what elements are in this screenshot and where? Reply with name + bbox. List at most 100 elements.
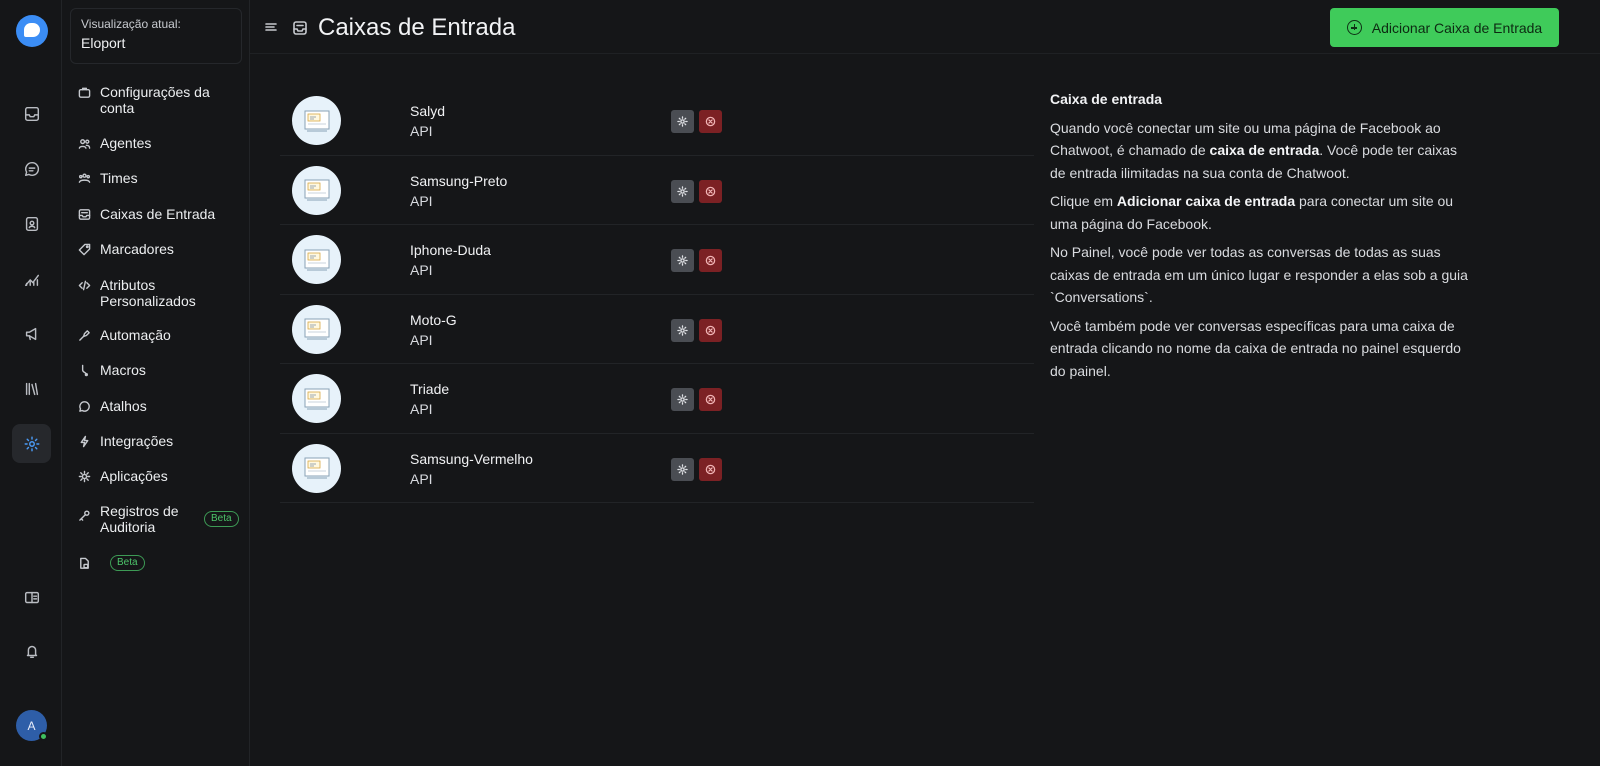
sidebar-item-label: Caixas de Entrada (100, 206, 216, 222)
account-label: Visualização atual: (81, 17, 181, 31)
inbox-settings-button[interactable] (671, 179, 694, 203)
chat-shortcut-icon (78, 400, 92, 414)
apps-icon (78, 470, 92, 484)
inbox-nav-icon[interactable] (12, 94, 51, 133)
sidebar-item-label: Macros (100, 362, 146, 378)
inbox-name[interactable]: Iphone-Duda (410, 242, 491, 258)
inbox-name[interactable]: Salyd (410, 103, 445, 119)
help-paragraph: No Painel, você pode ver todas as conver… (1050, 244, 1468, 305)
inbox-delete-button[interactable] (699, 388, 722, 411)
chatwoot-logo-icon[interactable] (16, 15, 48, 47)
sidebar-item-label: Configurações da conta (100, 84, 210, 116)
inbox-type: API (410, 123, 433, 139)
sidebar-item-integrations[interactable]: Integrações (78, 433, 244, 449)
inbox-name[interactable]: Triade (410, 381, 449, 397)
macro-icon (78, 364, 92, 378)
sidebar-item-agents[interactable]: Agentes (78, 135, 244, 151)
help-paragraph: Clique em Adicionar caixa de entrada par… (1050, 193, 1454, 232)
api-channel-icon (292, 374, 341, 423)
help-panel: Caixa de entrada Quando você conectar um… (1050, 88, 1470, 388)
settings-sidebar: Visualização atual: Eloport Configuraçõe… (62, 0, 250, 766)
page-title: Caixas de Entrada (318, 14, 516, 41)
automation-icon (78, 329, 92, 343)
inbox-type: API (410, 331, 433, 348)
beta-badge: Beta (204, 511, 239, 527)
inbox-settings-button[interactable] (671, 388, 694, 411)
conversations-nav-icon[interactable] (12, 149, 51, 188)
api-channel-icon (292, 235, 341, 284)
people-icon (78, 137, 92, 151)
inbox-settings-button[interactable] (671, 110, 694, 133)
campaigns-nav-icon[interactable] (12, 314, 51, 353)
sidebar-item-label: Marcadores (100, 241, 174, 257)
library-nav-icon[interactable] (12, 369, 51, 408)
inbox-row: Salyd API (280, 86, 1034, 156)
settings-nav-icon[interactable] (12, 424, 51, 463)
lightning-icon (78, 435, 92, 449)
page-header: Caixas de Entrada Adicionar Caixa de Ent… (250, 0, 1600, 54)
sidebar-item-label: Times (100, 170, 138, 186)
reports-nav-icon[interactable] (12, 259, 51, 298)
inbox-row: Samsung-Preto API (280, 156, 1034, 225)
sidebar-item-teams[interactable]: Times (78, 170, 244, 186)
sidebar-item-custom-attributes[interactable]: Atributos Personalizados (78, 277, 244, 309)
inbox-delete-button[interactable] (699, 110, 722, 133)
inbox-settings-button[interactable] (671, 318, 694, 342)
inbox-type: API (410, 470, 433, 487)
sidebar-item-audit-logs[interactable]: Registros de Auditoria Beta (78, 503, 244, 535)
inbox-icon (78, 208, 92, 222)
sidebar-item-label: Integrações (100, 433, 174, 449)
inbox-delete-button[interactable] (699, 457, 722, 481)
help-title: Caixa de entrada (1050, 91, 1163, 107)
notifications-bell-icon[interactable] (12, 631, 51, 670)
sidebar-item-canned-responses[interactable]: Atalhos (78, 398, 244, 414)
plus-circle-icon (1346, 20, 1362, 35)
sidebar-item-account-settings[interactable]: Configurações da conta (78, 84, 244, 116)
user-avatar[interactable]: A (16, 710, 48, 741)
document-lock-icon (78, 557, 92, 571)
api-channel-icon (292, 165, 341, 215)
inbox-row: Iphone-Duda API (280, 225, 1034, 295)
inbox-delete-button[interactable] (699, 318, 722, 342)
sidebar-item-macros[interactable]: Macros (78, 362, 244, 378)
key-icon (78, 509, 92, 523)
inbox-type: API (410, 401, 433, 417)
dashboard-apps-icon[interactable] (12, 578, 51, 617)
briefcase-icon (78, 86, 92, 100)
sidebar-item-inboxes[interactable]: Caixas de Entrada (78, 206, 244, 222)
sidebar-item-label: Registros de Auditoria (100, 503, 179, 535)
inbox-settings-button[interactable] (671, 457, 694, 481)
inbox-name[interactable]: Samsung-Vermelho (410, 451, 533, 467)
menu-toggle-icon[interactable] (264, 20, 278, 34)
account-name: Eloport (81, 35, 126, 51)
icon-rail: A (0, 0, 62, 766)
help-paragraph: Quando você conectar um site ou uma pági… (1050, 119, 1458, 181)
account-switcher[interactable]: Visualização atual: Eloport (70, 8, 242, 64)
api-channel-icon (292, 443, 341, 493)
inbox-name[interactable]: Moto-G (410, 312, 457, 328)
api-channel-icon (292, 304, 341, 354)
inbox-settings-button[interactable] (671, 249, 694, 272)
sidebar-item-automation[interactable]: Automação (78, 327, 244, 343)
inbox-delete-button[interactable] (699, 249, 722, 272)
sidebar-item-label: Automação (100, 327, 171, 343)
inbox-name[interactable]: Samsung-Preto (410, 173, 507, 189)
tag-icon (78, 243, 92, 257)
add-inbox-label: Adicionar Caixa de Entrada (1371, 19, 1543, 36)
contacts-nav-icon[interactable] (12, 204, 51, 243)
api-channel-icon (292, 96, 341, 145)
inbox-row: Moto-G API (280, 295, 1034, 364)
beta-badge: Beta (110, 555, 145, 571)
sidebar-item-label: Aplicações (100, 468, 168, 484)
inbox-type: API (410, 262, 433, 278)
inbox-title-icon (292, 20, 308, 36)
add-inbox-button[interactable]: Adicionar Caixa de Entrada (1330, 8, 1559, 47)
sidebar-item-label: Agentes (100, 135, 152, 151)
code-icon (78, 279, 92, 293)
sidebar-item-labels[interactable]: Marcadores (78, 241, 244, 257)
sidebar-item-label: Atalhos (100, 398, 147, 414)
inbox-row: Triade API (280, 364, 1034, 434)
inbox-delete-button[interactable] (699, 179, 722, 203)
sidebar-item-applications[interactable]: Aplicações (78, 468, 244, 484)
sidebar-item-sla[interactable]: Beta (78, 555, 244, 571)
